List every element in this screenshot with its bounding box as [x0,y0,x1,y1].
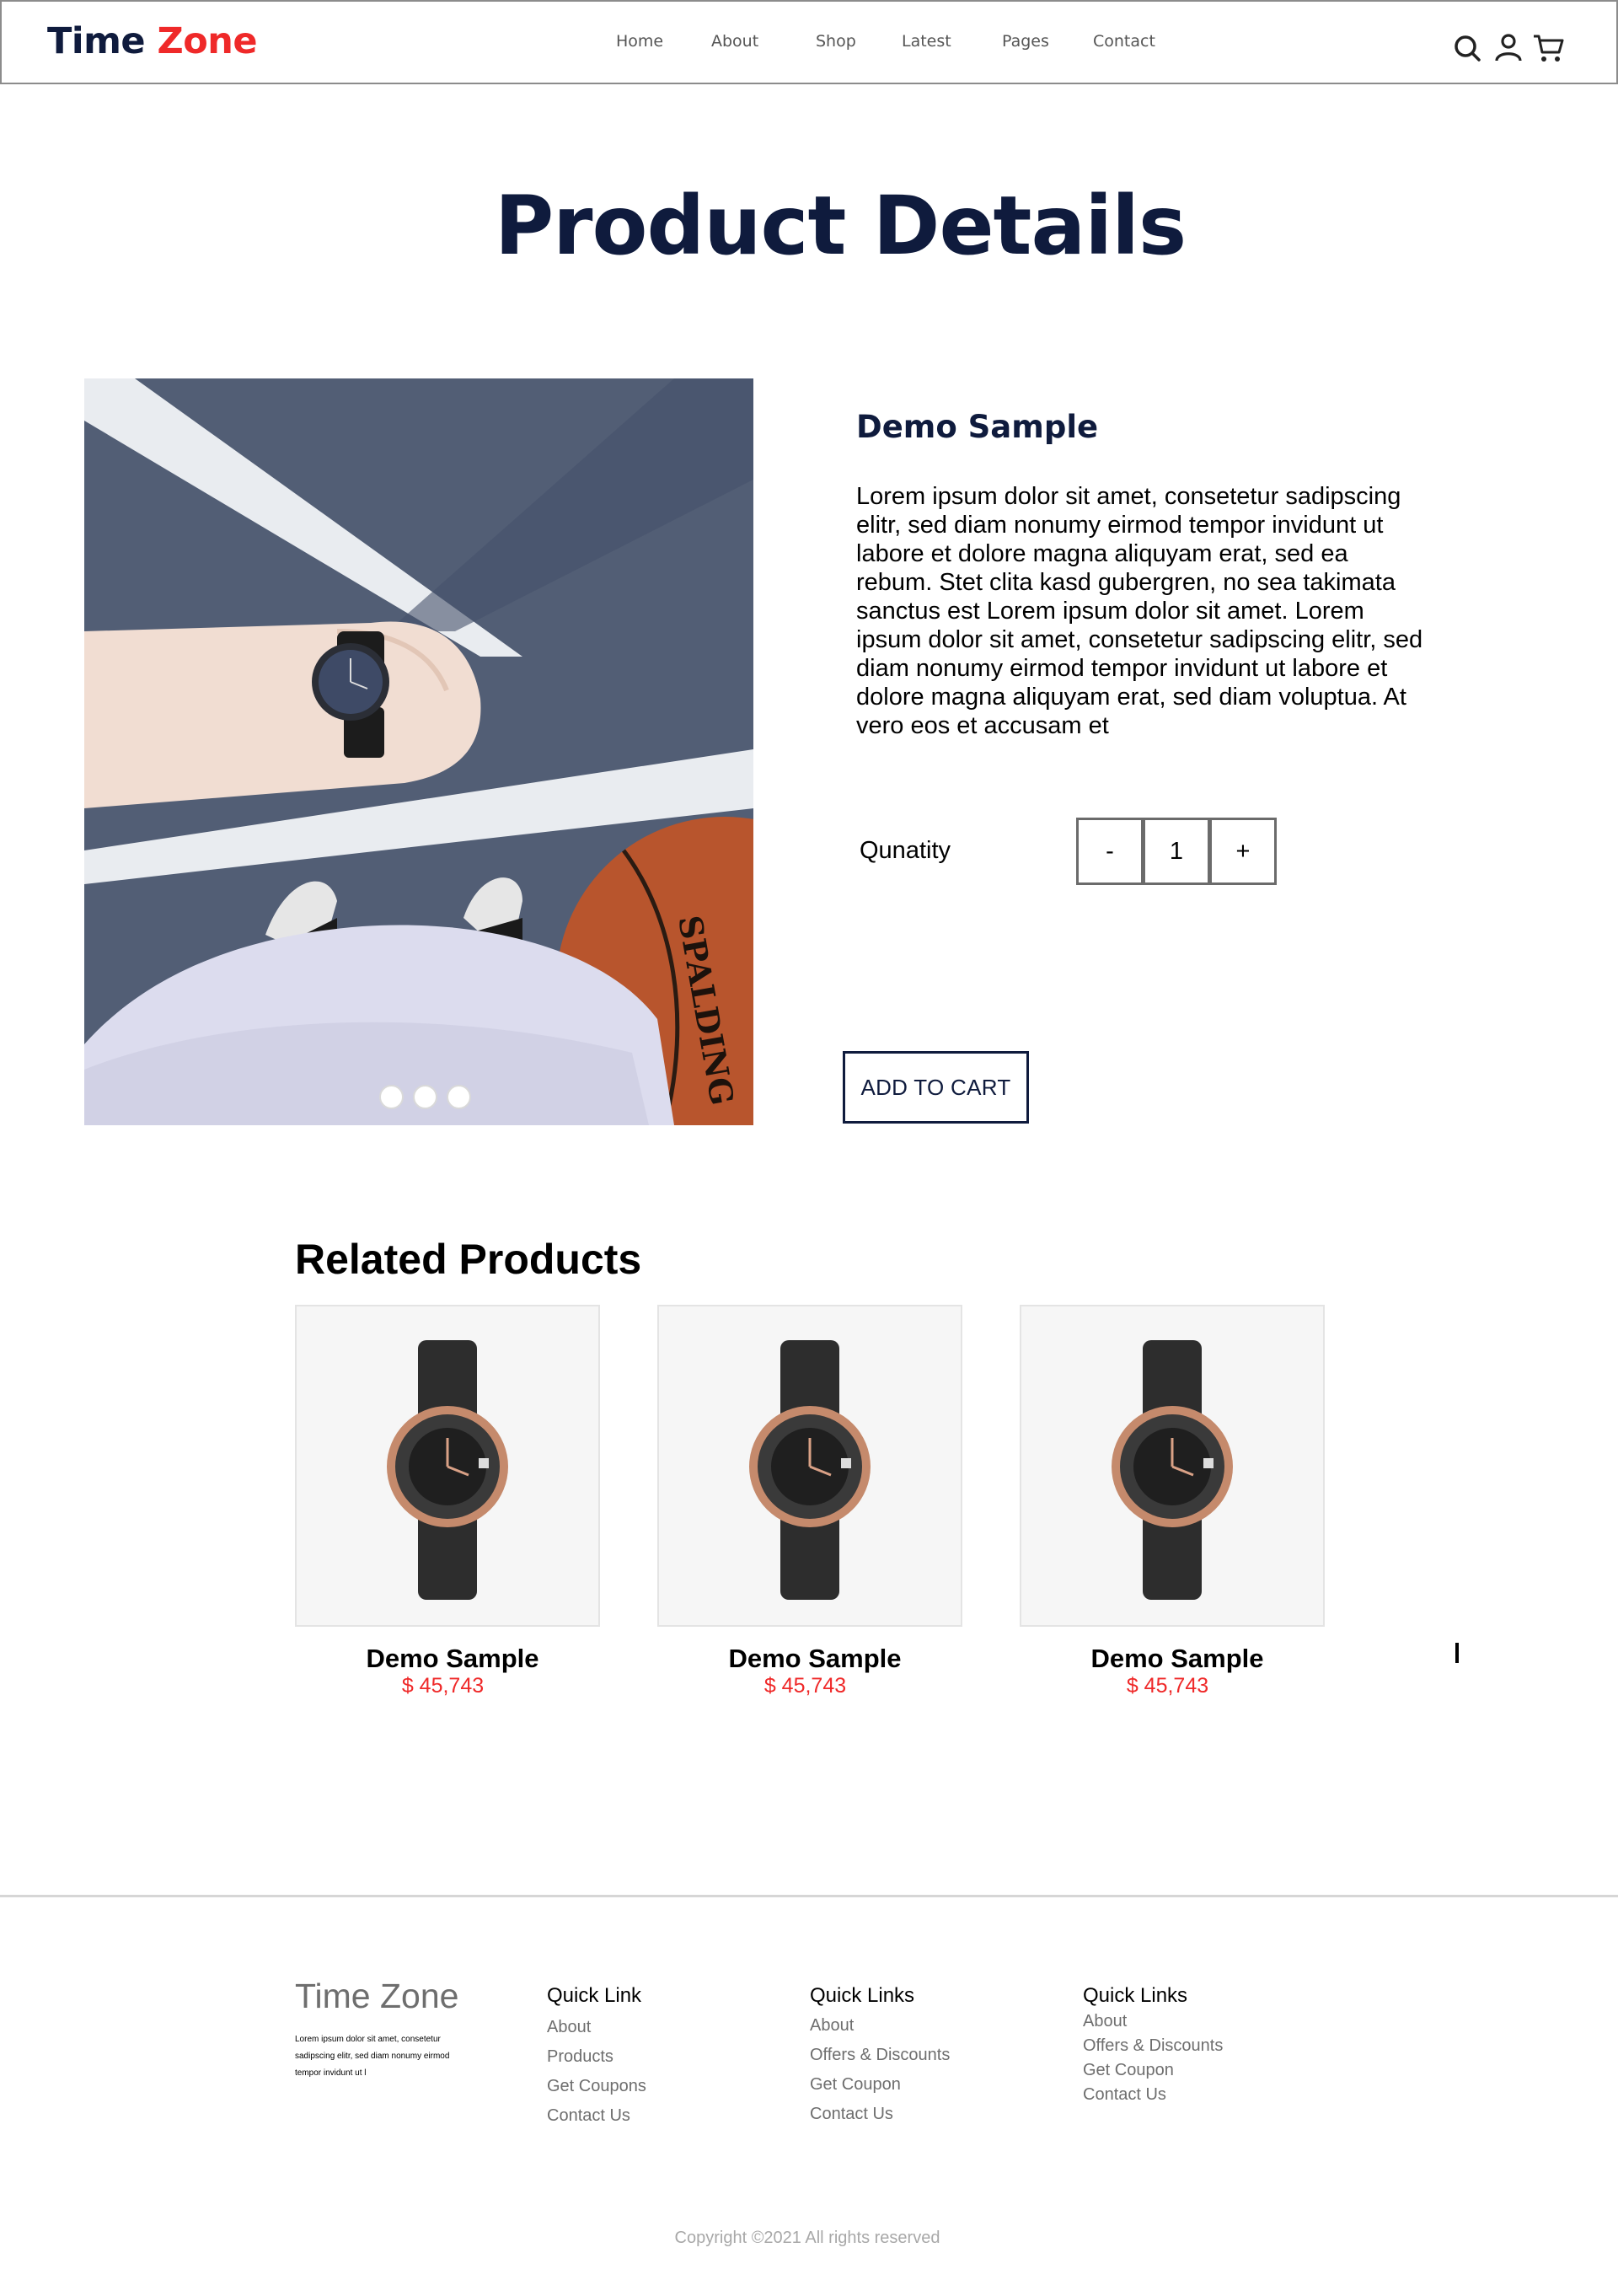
copyright: Copyright ©2021 All rights reserved [674,2229,940,2247]
product-name: Demo Sample [856,409,1099,445]
footer-column-2: Quick Links About Offers & Discounts Get… [810,1984,950,2124]
nav-home[interactable]: Home [616,32,663,51]
related-product-price: $ 45,743 [1126,1674,1209,1698]
related-product-card[interactable]: Demo Sample $ 45,743 [1020,1305,1325,1698]
carousel-dot-2[interactable] [413,1085,437,1109]
site-header: Time Zone Home About Shop Latest Pages C… [0,0,1618,84]
footer-link-offers-discounts[interactable]: Offers & Discounts [810,2046,950,2065]
related-product-name: Demo Sample [728,1644,902,1673]
footer-link-about[interactable]: About [547,2018,646,2037]
logo[interactable]: Time Zone [47,20,258,62]
quantity-label: Qunatity [860,837,951,864]
user-icon[interactable] [1492,32,1525,66]
clipped-card-text [1455,1643,1459,1663]
product-photo: SPALDING [84,378,753,1125]
watch-image [1021,1306,1323,1625]
search-icon[interactable] [1451,32,1485,66]
carousel-dot-1[interactable] [379,1085,404,1109]
footer-column-1: Quick Link About Products Get Coupons Co… [547,1984,646,2126]
footer-link-products[interactable]: Products [547,2047,646,2067]
related-product-price: $ 45,743 [401,1674,485,1698]
product-description: Lorem ipsum dolor sit amet, consetetur s… [856,483,1423,739]
footer-link-get-coupon[interactable]: Get Coupon [810,2075,950,2095]
footer-link-contact-us[interactable]: Contact Us [810,2105,950,2124]
footer-link-contact-us[interactable]: Contact Us [1083,2085,1223,2105]
related-product-image[interactable] [657,1305,962,1627]
nav-latest[interactable]: Latest [902,32,951,51]
footer-brand-text: Lorem ipsum dolor sit amet, consetetur s… [295,2035,450,2078]
watch-image [659,1306,961,1625]
carousel-dot-3[interactable] [447,1085,471,1109]
related-product-price: $ 45,743 [763,1674,847,1698]
nav-contact[interactable]: Contact [1093,32,1155,51]
related-product-name: Demo Sample [1090,1644,1264,1673]
related-product-image[interactable] [1020,1305,1325,1627]
footer-brand[interactable]: Time Zone [295,1977,458,2016]
page-title: Product Details [494,179,1187,273]
footer-column-3: Quick Links About Offers & Discounts Get… [1083,1984,1223,2105]
footer-divider [0,1895,1618,1897]
footer-link-contact-us[interactable]: Contact Us [547,2106,646,2126]
quantity-value[interactable]: 1 [1143,818,1210,885]
nav-about[interactable]: About [711,32,758,51]
watch-image [297,1306,598,1625]
footer-link-about[interactable]: About [810,2016,950,2036]
footer-link-get-coupons[interactable]: Get Coupons [547,2077,646,2096]
footer-link-about[interactable]: About [1083,2012,1223,2031]
footer-column-heading: Quick Links [1083,1984,1188,2007]
related-product-name: Demo Sample [366,1644,539,1673]
footer-column-heading: Quick Links [810,1984,915,2007]
nav-pages[interactable]: Pages [1002,32,1049,51]
add-to-cart-button[interactable]: ADD TO CART [843,1051,1029,1124]
logo-primary: Time [47,20,146,62]
quantity-decrement-button[interactable]: - [1076,818,1144,885]
product-image-carousel[interactable]: SPALDING [84,378,753,1125]
logo-accent: Zone [157,20,258,62]
related-product-card[interactable]: Demo Sample $ 45,743 [657,1305,962,1698]
footer-column-heading: Quick Link [547,1984,642,2007]
related-product-card[interactable]: Demo Sample $ 45,743 [295,1305,600,1698]
related-product-image[interactable] [295,1305,600,1627]
footer-link-offers-discounts[interactable]: Offers & Discounts [1083,2036,1223,2056]
footer-link-get-coupon[interactable]: Get Coupon [1083,2061,1223,2080]
cart-icon[interactable] [1532,32,1566,66]
related-products-title: Related Products [295,1236,642,1283]
quantity-increment-button[interactable]: + [1209,818,1277,885]
nav-shop[interactable]: Shop [816,32,856,51]
carousel-dots [379,1085,471,1110]
